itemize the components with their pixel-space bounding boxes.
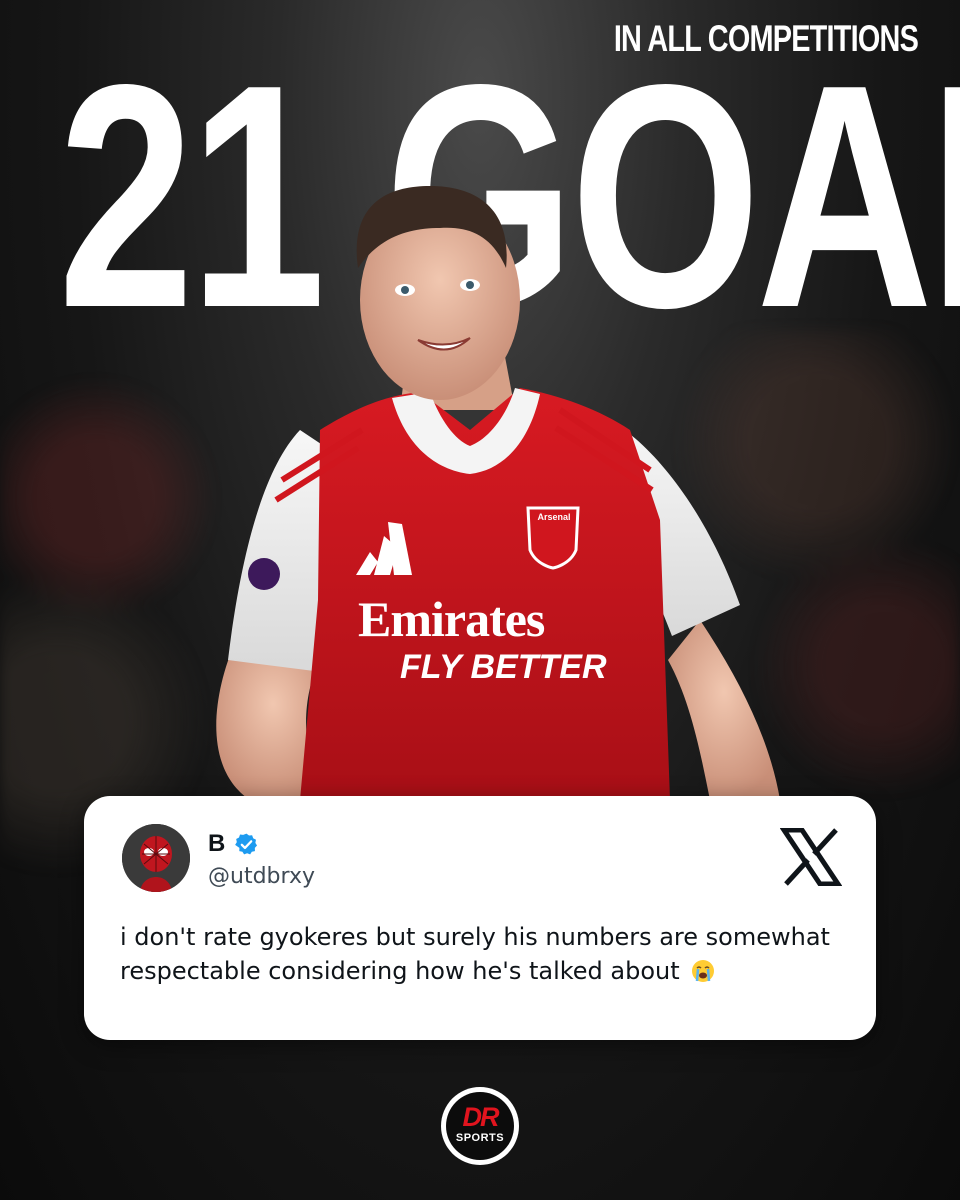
loudly-crying-face-icon bbox=[692, 960, 715, 982]
tweet-display-name[interactable]: B bbox=[208, 830, 225, 858]
brand-secondary: SPORTS bbox=[455, 1132, 505, 1144]
premier-league-badge bbox=[248, 558, 280, 590]
tweet-body: i don't rate gyokeres but surely his num… bbox=[120, 923, 830, 985]
x-logo-icon[interactable] bbox=[779, 827, 843, 891]
tweet-text: i don't rate gyokeres but surely his num… bbox=[120, 920, 840, 988]
brand-inner: DR SPORTS bbox=[446, 1092, 514, 1160]
spiderman-avatar-icon bbox=[122, 824, 190, 892]
dr-sports-logo: DR SPORTS bbox=[441, 1087, 519, 1165]
tweet-card[interactable]: B @utdbrxy i don't rate gyokeres but sur… bbox=[84, 796, 876, 1040]
right-arm bbox=[668, 620, 780, 800]
crest-label: Arsenal bbox=[537, 512, 571, 522]
shirt-sponsor: Emirates bbox=[358, 591, 545, 647]
shirt-tagline: FLY BETTER bbox=[400, 648, 607, 686]
brand-primary: DR bbox=[462, 1102, 500, 1132]
avatar[interactable] bbox=[122, 824, 190, 892]
tweet-handle[interactable]: @utdbrxy bbox=[208, 864, 315, 889]
poster: IN ALL COMPETITIONS 21 GOALS bbox=[0, 0, 960, 1200]
verified-badge-icon bbox=[235, 833, 258, 855]
